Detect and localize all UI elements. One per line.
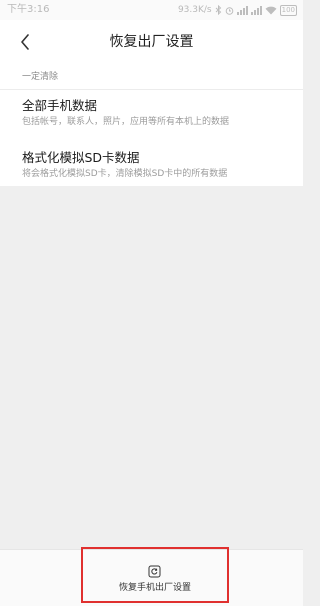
page-title: 恢复出厂设置 [109, 34, 194, 50]
battery-icon: 100 [279, 4, 297, 16]
list-item-all-phone-data[interactable]: 全部手机数据 包括帐号，联系人，照片，应用等所有本机上的数据 [0, 92, 303, 136]
signal-icon-2 [250, 5, 262, 15]
item-title: 全部手机数据 [22, 98, 98, 113]
section-label: 一定清除 [22, 72, 59, 82]
reset-icon [148, 565, 161, 578]
reset-phone-button[interactable]: 恢复手机出厂设置 [85, 550, 225, 603]
status-bar: 下午3:16 93.3K/s 100 [0, 0, 303, 20]
status-time: 下午3:16 [7, 4, 50, 15]
factory-reset-screen: 下午3:16 93.3K/s 100 恢复出厂设置 一定清除 全部手机数据 包括… [0, 0, 303, 606]
alarm-icon [225, 6, 234, 15]
wifi-icon [265, 6, 277, 15]
bottom-action-bar: 恢复手机出厂设置 [0, 549, 303, 606]
divider [0, 89, 303, 90]
net-speed: 93.3K/s [177, 5, 212, 15]
signal-icon [236, 5, 248, 15]
item-subtitle: 包括帐号，联系人，照片，应用等所有本机上的数据 [22, 117, 230, 127]
item-subtitle: 将会格式化模拟SD卡，清除模拟SD卡中的所有数据 [22, 169, 228, 179]
bluetooth-icon [215, 5, 222, 15]
item-title: 格式化模拟SD卡数据 [22, 150, 140, 165]
status-icons: 93.3K/s 100 [178, 3, 297, 17]
reset-button-label: 恢复手机出厂设置 [118, 583, 191, 593]
battery-level: 100 [279, 4, 297, 16]
data-list: 一定清除 全部手机数据 包括帐号，联系人，照片，应用等所有本机上的数据 格式化模… [0, 64, 303, 186]
list-item-format-sd-card[interactable]: 格式化模拟SD卡数据 将会格式化模拟SD卡，清除模拟SD卡中的所有数据 [0, 144, 303, 188]
header: 恢复出厂设置 [0, 20, 303, 64]
